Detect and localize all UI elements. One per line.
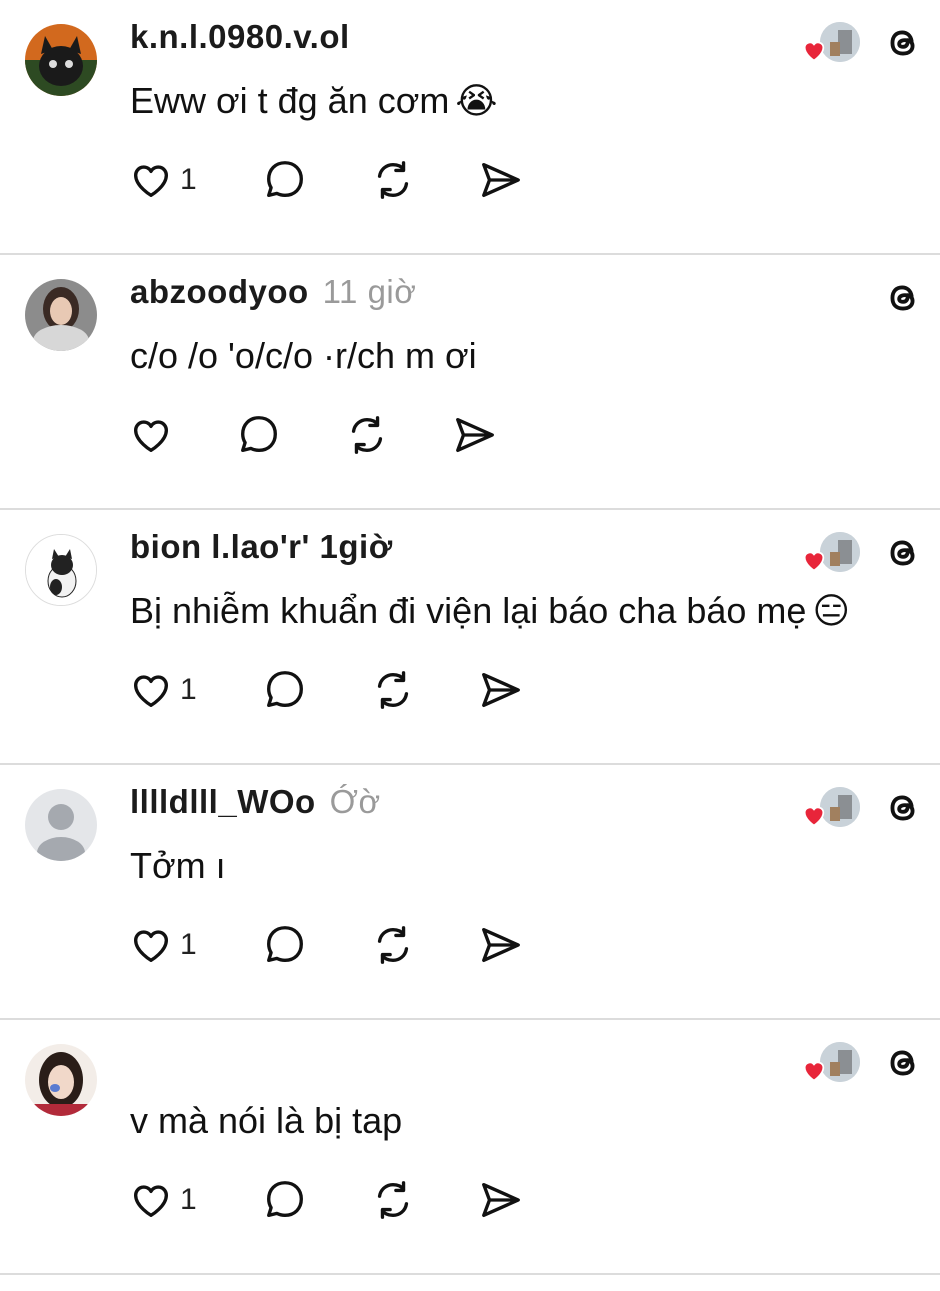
girl-portrait-avatar[interactable] <box>25 1044 97 1116</box>
reply-button[interactable] <box>262 1176 370 1224</box>
send-icon <box>482 927 520 963</box>
speech-bubble-icon <box>267 926 303 963</box>
default-person-avatar[interactable] <box>25 789 97 861</box>
username[interactable]: abzoodyoo 11 giờ <box>130 273 416 311</box>
red-heart-icon <box>803 806 825 827</box>
action-bar: 1 <box>128 1176 524 1224</box>
username-text[interactable]: k.n.l.0980.v.ol <box>130 18 350 55</box>
threads-logo-icon[interactable] <box>880 530 926 576</box>
send-icon <box>482 162 520 198</box>
like-button[interactable]: 1 <box>128 1176 262 1224</box>
comment-emoji: 😑 <box>812 590 850 631</box>
username[interactable]: bion l.lao'r' 1giờ <box>130 528 407 566</box>
post-time: 11 giờ <box>322 273 417 310</box>
reply-button[interactable] <box>236 411 344 459</box>
author-liked-indicator <box>800 22 860 68</box>
heart-outline-icon <box>133 930 169 963</box>
repost-icon <box>377 926 409 964</box>
repost-icon <box>377 1181 409 1219</box>
send-icon <box>482 1182 520 1218</box>
comment-text-content: v mà nói là bị tap <box>130 1100 403 1141</box>
share-button[interactable] <box>478 156 524 204</box>
action-bar: 1 <box>128 666 524 714</box>
comment-emoji: 😭 <box>455 80 498 121</box>
repost-button[interactable] <box>370 666 478 714</box>
threads-logo-icon[interactable] <box>880 1040 926 1086</box>
heart-outline-icon <box>133 675 169 708</box>
red-heart-icon <box>803 551 825 572</box>
comment-text-content: Bị nhiễm khuẩn đi viện lại báo cha báo m… <box>130 590 807 631</box>
like-button[interactable]: 1 <box>128 921 262 969</box>
comment-item: k.n.l.0980.v.ol Eww ơi t đg ăn cơm 😭 1 <box>0 0 940 255</box>
author-liked-indicator <box>800 532 860 578</box>
post-time: Ớờ <box>329 783 381 820</box>
like-button[interactable]: 1 <box>128 156 262 204</box>
repost-button[interactable] <box>370 921 478 969</box>
like-count: 1 <box>180 673 197 706</box>
like-count: 1 <box>180 928 197 961</box>
username-text[interactable]: abzoodyoo <box>130 273 309 310</box>
comment-text: Bị nhiễm khuẩn đi viện lại báo cha báo m… <box>130 590 850 632</box>
comment-item: bion l.lao'r' 1giờ Bị nhiễm khuẩn đi việ… <box>0 510 940 765</box>
speech-bubble-icon <box>267 671 303 708</box>
share-button[interactable] <box>478 1176 524 1224</box>
share-button[interactable] <box>478 666 524 714</box>
repost-icon <box>377 161 409 199</box>
threads-logo-icon[interactable] <box>880 275 926 321</box>
like-count: 1 <box>180 1183 197 1216</box>
comment-text: v mà nói là bị tap <box>130 1100 408 1142</box>
girl-scarf-avatar[interactable] <box>25 279 97 351</box>
repost-icon <box>377 671 409 709</box>
comment-text: Tởm ı <box>130 845 232 887</box>
black-cat-avatar[interactable] <box>25 24 97 96</box>
threads-logo-icon[interactable] <box>880 20 926 66</box>
like-button[interactable] <box>128 411 236 459</box>
heart-outline-icon <box>133 1185 169 1218</box>
author-liked-indicator <box>800 787 860 833</box>
like-count: 1 <box>180 163 197 196</box>
action-bar <box>128 411 498 459</box>
cat-photo-avatar[interactable] <box>25 534 97 606</box>
username[interactable] <box>130 1038 144 1076</box>
reply-button[interactable] <box>262 921 370 969</box>
reply-button[interactable] <box>262 666 370 714</box>
send-icon <box>456 417 494 453</box>
comment-item: abzoodyoo 11 giờ c/o /o 'o/c/o ·r/ch m ơi <box>0 255 940 510</box>
red-heart-icon <box>803 1061 825 1082</box>
comment-item: v mà nói là bị tap 1 <box>0 1020 940 1275</box>
speech-bubble-icon <box>267 161 303 198</box>
red-heart-icon <box>803 41 825 62</box>
username[interactable]: lllldlll_WOo Ớờ <box>130 783 381 821</box>
reply-button[interactable] <box>262 156 370 204</box>
speech-bubble-icon <box>241 416 277 453</box>
comment-text: Eww ơi t đg ăn cơm 😭 <box>130 80 497 122</box>
comment-text-content: Tởm ı <box>130 845 226 886</box>
heart-outline-icon <box>133 165 169 198</box>
username-text[interactable]: lllldlll_WOo <box>130 783 316 820</box>
author-liked-indicator <box>800 1042 860 1088</box>
share-button[interactable] <box>478 921 524 969</box>
threads-logo-icon[interactable] <box>880 785 926 831</box>
send-icon <box>482 672 520 708</box>
like-button[interactable]: 1 <box>128 666 262 714</box>
heart-outline-icon <box>133 420 169 453</box>
share-button[interactable] <box>452 411 498 459</box>
repost-button[interactable] <box>344 411 452 459</box>
action-bar: 1 <box>128 156 524 204</box>
repost-button[interactable] <box>370 156 478 204</box>
username-text[interactable]: bion l.lao'r' 1giờ <box>130 528 393 565</box>
comment-item: lllldlll_WOo Ớờ Tởm ı 1 <box>0 765 940 1020</box>
action-bar: 1 <box>128 921 524 969</box>
repost-button[interactable] <box>370 1176 478 1224</box>
speech-bubble-icon <box>267 1181 303 1218</box>
comment-feed: k.n.l.0980.v.ol Eww ơi t đg ăn cơm 😭 1 a… <box>0 0 940 1275</box>
username[interactable]: k.n.l.0980.v.ol <box>130 18 364 56</box>
comment-text: c/o /o 'o/c/o ·r/ch m ơi <box>130 335 483 377</box>
repost-icon <box>351 416 383 454</box>
comment-text-content: c/o /o 'o/c/o ·r/ch m ơi <box>130 335 477 376</box>
comment-text-content: Eww ơi t đg ăn cơm <box>130 80 450 121</box>
